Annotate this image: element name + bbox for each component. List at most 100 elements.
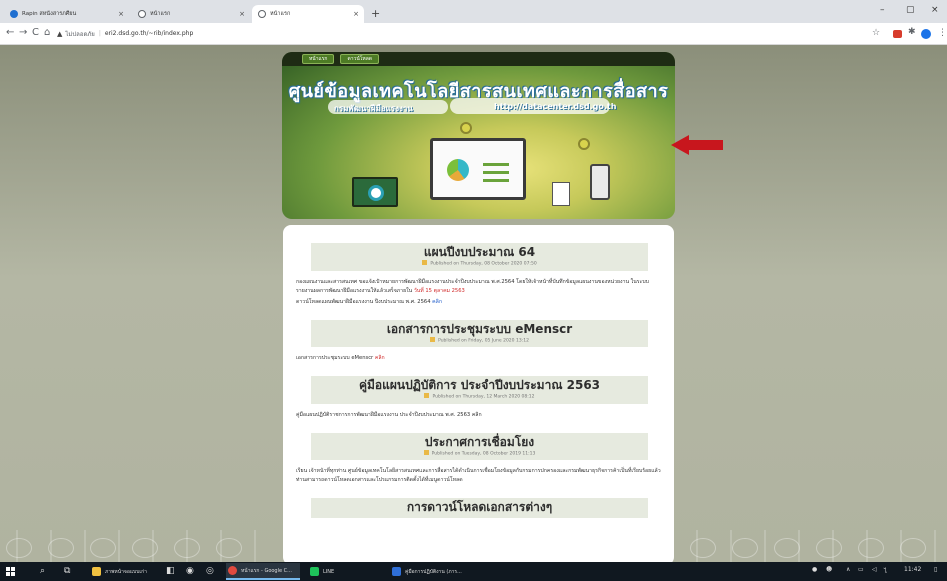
ornament-icon: [48, 538, 74, 558]
bookmark-star-icon[interactable]: ☆: [872, 28, 880, 38]
gear-icon: [460, 122, 472, 134]
download-link[interactable]: คลิก: [432, 299, 442, 305]
taskbar-item-label: หน้าแรก - Google C...: [241, 567, 292, 574]
published-text: Published on Tuesday, 08 October 2019 11…: [431, 451, 536, 456]
ornament-icon: [6, 538, 32, 558]
show-hidden-icons-icon[interactable]: ∧: [846, 566, 850, 573]
taskbar-item-label: คู่มือการปฏิบัติงาน (ภาร...: [405, 568, 462, 575]
laptop-illustration: [352, 177, 398, 207]
site-subtitle: กรมพัฒนาฝีมือแรงงาน: [334, 104, 413, 113]
nav-home-link[interactable]: หน้าแรก: [302, 54, 335, 64]
word-icon: [392, 567, 401, 576]
article: คู่มือแผนปฏิบัติการ ประจำปีงบประมาณ 2563…: [296, 376, 661, 420]
clock-text[interactable]: 11:42: [904, 566, 921, 573]
close-window-button[interactable]: ×: [931, 5, 939, 15]
chrome-tray-icon[interactable]: ●: [812, 566, 817, 573]
text-line-icon: [483, 171, 509, 174]
close-tab-icon[interactable]: ×: [239, 10, 245, 18]
pie-chart-icon: [447, 159, 469, 181]
article-header: คู่มือแผนปฏิบัติการ ประจำปีงบประมาณ 2563…: [311, 376, 648, 404]
web-page: หน้าแรก ดาวน์โหลด ศูนย์ข้อมูลเทคโนโลยีสา…: [0, 45, 947, 562]
language-icon[interactable]: ไ: [884, 566, 887, 576]
article-title[interactable]: ประกาศการเชื่อมโยง: [311, 435, 648, 450]
back-arrow-icon[interactable]: ←: [6, 27, 14, 39]
volume-icon[interactable]: ◁: [872, 566, 877, 573]
profile-avatar[interactable]: [921, 29, 931, 39]
tab-title: หน้าแรก: [270, 11, 291, 17]
text-line-icon: [483, 163, 509, 166]
article-body: เอกสารการประชุมระบบ eMenscr คลิก: [296, 354, 661, 363]
globe-icon: [258, 10, 266, 18]
taskbar-item-label: LINE: [323, 568, 335, 575]
tab-title: หน้าแรก: [150, 11, 171, 17]
network-icon[interactable]: ▭: [858, 566, 864, 573]
line-app-icon: [310, 567, 319, 576]
user-tray-icon[interactable]: ☻: [826, 566, 832, 573]
article-body: ดาวน์โหลดแผนพัฒนาฝีมือแรงงาน ปีงบประมาณ …: [296, 298, 661, 307]
forward-arrow-icon[interactable]: →: [19, 27, 27, 39]
article-body: กองแผนงานและสารสนเทศ ขอแจ้งเป้าหมายการพั…: [296, 278, 661, 296]
extensions-icon[interactable]: ✱: [908, 27, 916, 37]
taskbar-item[interactable]: คู่มือการปฏิบัติงาน (ภาร...: [390, 563, 470, 580]
monitor-illustration: [430, 138, 526, 200]
address-separator: |: [98, 30, 101, 37]
article-title[interactable]: แผนปีงบประมาณ 64: [311, 245, 648, 260]
notification-icon[interactable]: ▯: [934, 566, 937, 573]
close-tab-icon[interactable]: ×: [118, 10, 124, 18]
calendar-icon: [430, 336, 436, 342]
minimize-button[interactable]: –: [880, 5, 885, 15]
new-tab-button[interactable]: +: [371, 8, 380, 19]
edge-icon[interactable]: ◉: [186, 565, 194, 578]
task-view-icon[interactable]: ⧉: [64, 565, 70, 578]
windows-start-icon[interactable]: [6, 567, 15, 576]
article-title[interactable]: เอกสารการประชุมระบบ eMenscr: [311, 322, 648, 337]
browser-tab[interactable]: หน้าแรก ×: [132, 5, 250, 23]
nav-download-link[interactable]: ดาวน์โหลด: [340, 54, 380, 64]
published-text: Published on Thursday, 12 March 2020 08:…: [432, 394, 535, 400]
ornament-icon: [900, 538, 926, 558]
browser-icon[interactable]: ◎: [206, 565, 214, 578]
article-title[interactable]: การดาวน์โหลดเอกสารต่างๆ: [311, 500, 648, 515]
address-bar[interactable]: ▲ ไม่ปลอดภัย | eri2.dsd.go.th/~rib/index…: [57, 26, 857, 41]
article-date: Published on Tuesday, 08 October 2019 11…: [311, 449, 648, 458]
browser-tab[interactable]: Rapin สหนังสารภศียน ×: [4, 5, 129, 23]
article-date: Published on Friday, 05 June 2020 13:12: [311, 336, 648, 345]
published-text: Published on Thursday, 08 October 2020 0…: [430, 261, 537, 267]
taskbar-item[interactable]: LINE: [308, 563, 356, 580]
article: ประกาศการเชื่อมโยง Published on Tuesday,…: [296, 432, 661, 486]
taskbar-item[interactable]: ภาพหน้าจอแบบเก่า: [90, 563, 160, 580]
ornament-icon: [858, 538, 884, 558]
phone-illustration: [590, 164, 610, 200]
ornament-icon: [216, 538, 242, 558]
calendar-icon: [423, 449, 429, 455]
gear-icon: [578, 138, 590, 150]
menu-icon[interactable]: ⋮: [938, 28, 947, 38]
search-icon[interactable]: ⌕: [40, 565, 45, 578]
windows-taskbar: ⌕ ⧉ ภาพหน้าจอแบบเก่า ◧ ◉ ◎ หน้าแรก - Goo…: [0, 562, 947, 581]
site-banner: หน้าแรก ดาวน์โหลด ศูนย์ข้อมูลเทคโนโลยีสา…: [282, 52, 675, 219]
store-icon[interactable]: ◧: [166, 565, 175, 578]
published-text: Published on Friday, 05 June 2020 13:12: [438, 338, 529, 343]
close-tab-icon[interactable]: ×: [353, 10, 359, 18]
article-link[interactable]: คลิก: [375, 355, 385, 361]
article-text: กองแผนงานและสารสนเทศ ขอแจ้งเป้าหมายการพั…: [296, 278, 649, 294]
article-link[interactable]: คลิก: [472, 412, 482, 418]
ornament-icon: [774, 538, 800, 558]
article-header: เอกสารการประชุมระบบ eMenscr Published on…: [311, 319, 648, 347]
extension-icon[interactable]: [893, 30, 902, 38]
article-header: ประกาศการเชื่อมโยง Published on Tuesday,…: [311, 432, 648, 460]
article-title[interactable]: คู่มือแผนปฏิบัติการ ประจำปีงบประมาณ 2563: [311, 378, 648, 393]
home-icon[interactable]: ⌂: [44, 27, 50, 39]
article-text: คู่มือแผนปฏิบัติราชการการพัฒนาฝีมือแรงงา…: [296, 411, 471, 418]
ornament-icon: [816, 538, 842, 558]
article: เอกสารการประชุมระบบ eMenscr Published on…: [296, 319, 661, 364]
article-header: การดาวน์โหลดเอกสารต่างๆ: [311, 498, 648, 518]
red-arrow-icon: [671, 135, 723, 155]
download-text: ดาวน์โหลดแผนพัฒนาฝีมือแรงงาน ปีงบประมาณ …: [296, 298, 431, 305]
reload-icon[interactable]: C: [32, 27, 39, 39]
ornament-icon: [690, 538, 716, 558]
taskbar-item-active[interactable]: หน้าแรก - Google C...: [226, 563, 300, 580]
maximize-button[interactable]: ▢: [906, 5, 915, 15]
browser-tab-active[interactable]: หน้าแรก ×: [252, 5, 364, 23]
calendar-icon: [424, 393, 430, 398]
